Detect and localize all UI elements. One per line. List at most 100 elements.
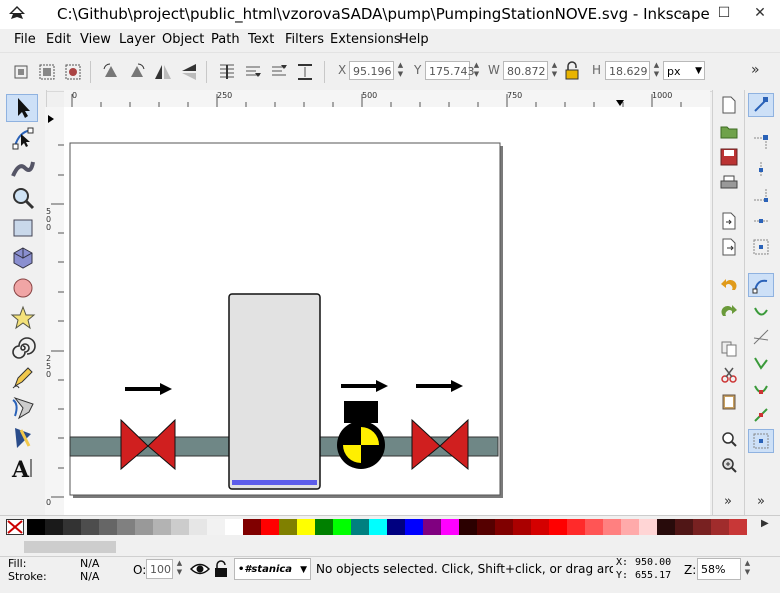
close-button[interactable]: ✕ <box>740 0 780 26</box>
zoom-drawing-icon[interactable] <box>720 456 738 474</box>
color-swatch[interactable] <box>45 519 63 535</box>
color-swatch[interactable] <box>81 519 99 535</box>
color-swatch[interactable] <box>207 519 225 535</box>
3dbox-tool-icon[interactable] <box>9 244 37 272</box>
export-icon[interactable] <box>720 238 738 256</box>
zoom-spinner[interactable]: ▲ ▼ <box>743 559 752 579</box>
spiral-tool-icon[interactable] <box>9 334 37 362</box>
color-swatch[interactable] <box>441 519 459 535</box>
ellipse-tool-icon[interactable] <box>9 274 37 302</box>
raise-icon[interactable] <box>242 61 264 83</box>
select-all-layers-icon[interactable] <box>36 61 58 83</box>
color-swatch[interactable] <box>99 519 117 535</box>
h-spinner[interactable]: ▲ ▼ <box>652 61 661 80</box>
fill-value[interactable]: N/A <box>80 557 99 570</box>
snap-nodes-icon[interactable] <box>752 276 770 294</box>
color-swatch[interactable] <box>261 519 279 535</box>
snap-smooth-nodes-icon[interactable] <box>752 380 770 398</box>
w-field[interactable]: 80.872 <box>503 61 548 80</box>
color-swatch[interactable] <box>729 519 747 535</box>
overflow-chevron-icon[interactable]: » <box>751 62 760 78</box>
selector-tool-icon[interactable] <box>9 94 37 122</box>
overflow-chevron-icon[interactable]: » <box>724 494 732 509</box>
rect-tool-icon[interactable] <box>9 214 37 242</box>
redo-icon[interactable] <box>720 302 738 320</box>
stroke-value[interactable]: N/A <box>80 570 99 583</box>
color-swatch[interactable] <box>387 519 405 535</box>
open-folder-icon[interactable] <box>720 122 738 140</box>
menu-help[interactable]: Help <box>399 32 429 47</box>
color-swatch[interactable] <box>153 519 171 535</box>
y-field[interactable]: 175.743 <box>425 61 475 80</box>
new-document-icon[interactable] <box>720 96 738 114</box>
y-spinner[interactable]: ▲ ▼ <box>472 61 481 80</box>
paste-icon[interactable] <box>720 392 738 410</box>
undo-icon[interactable] <box>720 276 738 294</box>
unit-select[interactable]: px ▼ <box>663 61 705 80</box>
menu-extensions[interactable]: Extensions <box>330 32 401 47</box>
color-swatch[interactable] <box>27 519 45 535</box>
pen-tool-icon[interactable] <box>9 394 37 422</box>
snap-bbox-edges-icon[interactable] <box>752 160 770 178</box>
tweak-tool-icon[interactable] <box>9 154 37 182</box>
scrollbar-thumb[interactable] <box>24 541 116 553</box>
text-tool-icon[interactable]: A <box>9 454 37 482</box>
color-swatch[interactable] <box>243 519 261 535</box>
lock-icon[interactable] <box>563 60 581 82</box>
color-swatch[interactable] <box>477 519 495 535</box>
save-icon[interactable] <box>720 148 738 166</box>
pencil-tool-icon[interactable] <box>9 364 37 392</box>
eye-icon[interactable] <box>190 561 210 577</box>
raise-to-top-icon[interactable] <box>216 61 238 83</box>
menu-layer[interactable]: Layer <box>119 32 155 47</box>
cut-icon[interactable] <box>720 366 738 384</box>
color-swatch[interactable] <box>405 519 423 535</box>
flip-horizontal-icon[interactable] <box>152 61 174 83</box>
color-swatch[interactable] <box>621 519 639 535</box>
color-swatch[interactable] <box>423 519 441 535</box>
x-field[interactable]: 95.196 <box>349 61 394 80</box>
menu-object[interactable]: Object <box>162 32 204 47</box>
menu-text[interactable]: Text <box>248 32 274 47</box>
w-spinner[interactable]: ▲ ▼ <box>550 61 559 80</box>
color-swatch[interactable] <box>279 519 297 535</box>
snap-intersections-icon[interactable] <box>752 328 770 346</box>
color-swatch[interactable] <box>369 519 387 535</box>
canvas[interactable] <box>64 107 710 515</box>
color-swatch[interactable] <box>693 519 711 535</box>
menu-view[interactable]: View <box>80 32 111 47</box>
color-swatch[interactable] <box>657 519 675 535</box>
menu-path[interactable]: Path <box>211 32 240 47</box>
layer-select[interactable]: •#stanica ▼ <box>234 558 311 580</box>
zoom-tool-icon[interactable] <box>9 184 37 212</box>
lock-layer-icon[interactable] <box>214 560 228 578</box>
import-icon[interactable] <box>720 212 738 230</box>
menu-filters[interactable]: Filters <box>285 32 324 47</box>
color-swatch[interactable] <box>711 519 729 535</box>
color-swatch[interactable] <box>189 519 207 535</box>
zoom-selection-icon[interactable] <box>720 430 738 448</box>
snap-bbox-center-icon[interactable] <box>752 238 770 256</box>
color-swatch[interactable] <box>549 519 567 535</box>
menu-edit[interactable]: Edit <box>46 32 71 47</box>
color-swatch[interactable] <box>675 519 693 535</box>
color-swatch[interactable] <box>117 519 135 535</box>
color-swatch[interactable] <box>513 519 531 535</box>
color-swatch[interactable] <box>495 519 513 535</box>
color-swatch[interactable] <box>531 519 549 535</box>
color-swatch[interactable] <box>63 519 81 535</box>
color-swatch[interactable] <box>297 519 315 535</box>
snap-toggle-icon[interactable] <box>752 96 770 114</box>
snap-bbox-icon[interactable] <box>752 134 770 152</box>
flip-vertical-icon[interactable] <box>178 61 200 83</box>
snap-midpoints-icon[interactable] <box>752 406 770 424</box>
print-icon[interactable] <box>720 174 738 192</box>
snap-bbox-midpoints-icon[interactable] <box>752 212 770 230</box>
copy-icon[interactable] <box>720 340 738 358</box>
maximize-button[interactable]: ☐ <box>704 0 744 26</box>
palette-scrollbar[interactable] <box>20 538 758 556</box>
snap-bbox-corners-icon[interactable] <box>752 186 770 204</box>
pump-motor[interactable] <box>344 401 378 423</box>
rotate-ccw-icon[interactable] <box>100 61 122 83</box>
color-swatch[interactable] <box>225 519 243 535</box>
